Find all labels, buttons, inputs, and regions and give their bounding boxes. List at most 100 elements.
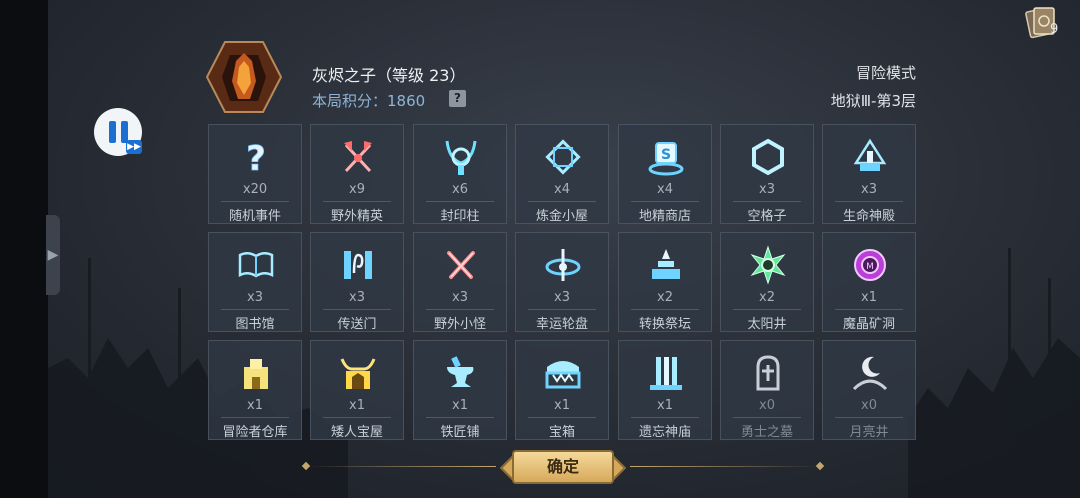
tile-count: x4 bbox=[657, 182, 673, 197]
tile-count: x3 bbox=[349, 290, 365, 305]
tile-count: x1 bbox=[657, 398, 673, 413]
hero-portrait bbox=[206, 41, 282, 113]
tile-name: 太阳井 bbox=[747, 317, 787, 332]
tile-forgotten-temple[interactable]: x1 遗忘神庙 bbox=[618, 340, 712, 440]
tile-seal-pillar[interactable]: x6 封印柱 bbox=[413, 124, 507, 224]
tile-count: x1 bbox=[861, 290, 877, 305]
tile-name: 传送门 bbox=[337, 317, 377, 332]
tile-count: x1 bbox=[452, 398, 468, 413]
tile-name: 野外精英 bbox=[330, 209, 383, 224]
tile-sun-well[interactable]: x2 太阳井 bbox=[720, 232, 814, 332]
moon-well-icon bbox=[852, 356, 888, 391]
tile-name: 转换祭坛 bbox=[638, 317, 691, 332]
tile-field-minion[interactable]: x3 野外小怪 bbox=[413, 232, 507, 332]
tile-library[interactable]: x3 图书馆 bbox=[208, 232, 302, 332]
tile-adventurer-warehouse[interactable]: x1 冒险者仓库 bbox=[208, 340, 302, 440]
tile-field-elite[interactable]: x9 野外精英 bbox=[310, 124, 404, 224]
shop-icon: S bbox=[648, 142, 684, 176]
tile-empty-slot[interactable]: x3 空格子 bbox=[720, 124, 814, 224]
tile-count: x6 bbox=[452, 182, 468, 197]
help-icon[interactable]: ? bbox=[449, 90, 466, 107]
fast-forward-icon[interactable]: ▶▶ bbox=[126, 140, 142, 154]
hexagon-icon bbox=[752, 138, 784, 176]
tile-transform-altar[interactable]: x2 转换祭坛 bbox=[618, 232, 712, 332]
tile-dwarf-treasure-house[interactable]: x1 矮人宝屋 bbox=[310, 340, 404, 440]
diamond-frame-icon bbox=[545, 139, 581, 175]
tile-crystal-mine[interactable]: M x1 魔晶矿洞 bbox=[822, 232, 916, 332]
tile-count: x20 bbox=[242, 182, 268, 197]
tile-name: 幸运轮盘 bbox=[535, 317, 588, 332]
tile-count: x2 bbox=[759, 290, 775, 305]
tile-name: 铁匠铺 bbox=[440, 425, 480, 440]
tile-count: x4 bbox=[554, 182, 570, 197]
tile-name: 随机事件 bbox=[228, 209, 281, 224]
dwarf-house-icon bbox=[340, 358, 376, 389]
tile-blacksmith[interactable]: x1 铁匠铺 bbox=[413, 340, 507, 440]
left-black-bar bbox=[0, 0, 48, 498]
tile-goblin-shop[interactable]: S x4 地精商店 bbox=[618, 124, 712, 224]
divider-diamond bbox=[301, 461, 311, 471]
divider-diamond bbox=[815, 461, 825, 471]
sun-well-icon bbox=[750, 245, 786, 285]
tile-count: x1 bbox=[247, 398, 263, 413]
svg-text:S: S bbox=[661, 147, 671, 163]
tile-count: x1 bbox=[349, 398, 365, 413]
score-text: 本局积分：1860 bbox=[312, 92, 426, 110]
tombstone-icon bbox=[756, 355, 780, 391]
tile-count: x2 bbox=[657, 290, 673, 305]
tile-name: 空格子 bbox=[747, 209, 787, 224]
tile-name: 地精商店 bbox=[638, 209, 691, 224]
tile-life-temple[interactable]: x3 生命神殿 bbox=[822, 124, 916, 224]
pause-icon bbox=[108, 121, 128, 143]
tile-name: 图书馆 bbox=[235, 317, 275, 332]
tile-name: 遗忘神庙 bbox=[638, 425, 691, 440]
roulette-icon bbox=[545, 249, 581, 281]
tile-name: 冒险者仓库 bbox=[222, 425, 288, 440]
tile-treasure-chest[interactable]: x1 宝箱 bbox=[515, 340, 609, 440]
chest-icon bbox=[545, 361, 581, 389]
side-drawer-handle[interactable]: ▶ bbox=[46, 215, 60, 295]
tile-lucky-wheel[interactable]: x3 幸运轮盘 bbox=[515, 232, 609, 332]
svg-text:?: ? bbox=[246, 139, 266, 177]
tile-moon-well[interactable]: x0 月亮井 bbox=[822, 340, 916, 440]
divider-right bbox=[630, 466, 820, 467]
crystal-cave-icon: M bbox=[854, 249, 886, 281]
confirm-button[interactable]: 确定 bbox=[512, 450, 614, 484]
book-icon bbox=[238, 252, 274, 278]
horned-seal-icon bbox=[445, 140, 477, 175]
tile-name: 野外小怪 bbox=[433, 317, 486, 332]
tile-count: x3 bbox=[247, 290, 263, 305]
temple-icon bbox=[853, 138, 887, 171]
tile-alchemy-hut[interactable]: x4 炼金小屋 bbox=[515, 124, 609, 224]
crossed-axes-icon bbox=[344, 141, 372, 173]
chevron-right-icon: ▶ bbox=[47, 247, 59, 263]
tile-portal[interactable]: x3 传送门 bbox=[310, 232, 404, 332]
tile-random-event[interactable]: ? x20 随机事件 bbox=[208, 124, 302, 224]
tile-count: x3 bbox=[759, 182, 775, 197]
cards-count: 9 bbox=[1050, 22, 1059, 37]
tile-warrior-tomb[interactable]: x0 勇士之墓 bbox=[720, 340, 814, 440]
tile-name: 魔晶矿洞 bbox=[842, 317, 895, 332]
hero-title: 灰烬之子（等级 23） bbox=[312, 66, 466, 85]
tile-count: x3 bbox=[452, 290, 468, 305]
anvil-icon bbox=[447, 356, 474, 387]
crossed-swords-icon bbox=[447, 251, 475, 279]
tile-name: 月亮井 bbox=[849, 425, 889, 440]
tile-name: 封印柱 bbox=[440, 209, 480, 224]
tile-name: 生命神殿 bbox=[842, 209, 895, 224]
tile-count: x9 bbox=[349, 182, 365, 197]
portal-icon bbox=[344, 251, 372, 279]
warehouse-icon bbox=[244, 359, 268, 389]
divider-left bbox=[306, 466, 496, 467]
question-icon: ? bbox=[246, 139, 267, 177]
tile-count: x3 bbox=[861, 182, 877, 197]
floor-text: 地狱Ⅲ-第3层 bbox=[830, 92, 916, 110]
tile-count: x0 bbox=[759, 398, 775, 413]
tile-name: 炼金小屋 bbox=[535, 209, 588, 224]
svg-text:M: M bbox=[866, 262, 874, 272]
forgotten-temple-icon bbox=[650, 357, 682, 390]
tile-name: 勇士之墓 bbox=[740, 425, 793, 440]
tile-count: x0 bbox=[861, 398, 877, 413]
mode-text: 冒险模式 bbox=[855, 64, 916, 82]
altar-icon bbox=[652, 249, 680, 279]
